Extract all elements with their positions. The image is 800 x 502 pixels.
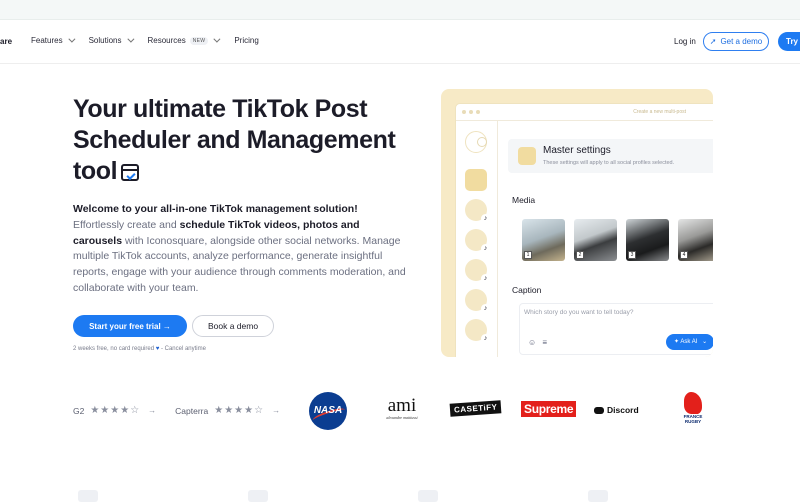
mockup-window-title: Create a new multi-post — [633, 109, 686, 115]
capterra-arrow-icon[interactable]: → — [272, 406, 280, 415]
feature-card-icon — [418, 490, 438, 502]
master-settings-icon — [465, 169, 487, 191]
mockup-titlebar: Create a new multi-post — [456, 104, 713, 121]
product-mockup: Create a new multi-post ♪ ♪ ♪ ♪ ♪ Master… — [441, 89, 713, 357]
main-menu: Features Solutions Resources NEW Pricing — [31, 35, 275, 45]
chevron-down-icon — [213, 35, 221, 43]
chevron-down-icon: ⌄ — [702, 339, 708, 345]
collapse-toggle[interactable] — [477, 137, 487, 147]
try-button[interactable]: Try — [778, 32, 800, 51]
sparkle-icon: ✦ — [674, 339, 680, 345]
master-settings-card[interactable]: Master settings These settings will appl… — [508, 139, 713, 173]
menu-item-label: Features — [31, 36, 63, 45]
trial-fine-print: 2 weeks free, no card required ♥ - Cance… — [73, 346, 206, 352]
start-free-trial-button[interactable]: Start your free trial → — [73, 315, 187, 337]
hero-description: Welcome to your all-in-one TikTok manage… — [73, 202, 408, 297]
thumbnail-number: 3 — [628, 251, 636, 259]
g2-label: G2 — [73, 405, 85, 416]
caption-label: Caption — [512, 285, 542, 295]
media-thumbnail[interactable]: 1 — [522, 219, 565, 261]
window-dots — [462, 110, 480, 114]
feature-card-icon — [588, 490, 608, 502]
feature-card-icon — [78, 490, 98, 502]
menu-item-features[interactable]: Features — [31, 35, 76, 45]
menu-item-resources[interactable]: Resources NEW — [147, 35, 221, 45]
media-thumbnail[interactable]: 3 — [626, 219, 669, 261]
page-title: Your ultimate TikTok Post Scheduler and … — [73, 94, 403, 187]
master-settings-title: Master settings — [543, 145, 611, 156]
media-label: Media — [512, 195, 536, 205]
media-thumbnail[interactable]: 2 — [574, 219, 617, 261]
tiktok-account-icon: ♪ — [465, 199, 490, 223]
tiktok-account-icon: ♪ — [465, 289, 490, 313]
get-demo-button[interactable]: ➚ Get a demo — [703, 32, 769, 51]
desc-intro: Welcome to your all-in-one TikTok manage… — [73, 203, 358, 215]
g2-arrow-icon[interactable]: → — [148, 406, 156, 415]
tiktok-account-icon: ♪ — [465, 319, 490, 343]
new-badge: NEW — [189, 36, 209, 45]
ask-ai-label: Ask AI — [680, 339, 698, 345]
book-demo-button[interactable]: Book a demo — [192, 315, 274, 337]
discord-icon — [594, 406, 604, 414]
desc-part-a: Effortlessly create and — [73, 218, 180, 231]
ami-logo-text: ami — [387, 395, 417, 416]
desc-part-b: with Iconosquare, alongside other social… — [73, 234, 406, 294]
mockup-sidebar: ♪ ♪ ♪ ♪ ♪ — [456, 121, 498, 357]
get-demo-label: Get a demo — [720, 37, 763, 46]
tiktok-account-icon: ♪ — [465, 259, 490, 283]
thumbnail-number: 2 — [576, 251, 584, 259]
brand-logo[interactable]: are — [0, 37, 12, 46]
fine-print-a: 2 weeks free, no card required — [73, 346, 155, 352]
format-icon[interactable]: ≡ — [542, 338, 547, 347]
calendar-check-icon — [121, 164, 140, 181]
ami-logo-subtext: alexandre mattiussi — [386, 415, 418, 420]
tiktok-account-icon: ♪ — [465, 229, 490, 253]
feature-card-icon — [248, 490, 268, 502]
ratings-row: G2 ★★★★☆ → Capterra ★★★★☆ → — [73, 405, 280, 416]
master-settings-icon — [518, 147, 536, 165]
rocket-icon: ➚ — [709, 37, 717, 46]
caption-placeholder: Which story do you want to tell today? — [524, 309, 634, 316]
g2-stars: ★★★★☆ — [90, 405, 141, 416]
thumbnail-number: 1 — [524, 251, 532, 259]
discord-logo-text: Discord — [607, 405, 639, 415]
nasa-logo: NASA — [309, 392, 347, 430]
caption-tools: ☺ ≡ — [528, 338, 547, 347]
france-rugby-logo: FRANCE RUGBY — [680, 392, 706, 424]
ami-logo: ami alexandre mattiussi — [382, 395, 422, 420]
top-banner-strip — [0, 0, 800, 20]
ffr-text-2: RUGBY — [684, 419, 702, 424]
chevron-down-icon — [126, 35, 134, 43]
menu-item-label: Pricing — [234, 36, 259, 45]
casetify-logo: CASETiFY — [449, 400, 502, 417]
chevron-down-icon — [67, 35, 76, 43]
emoji-icon[interactable]: ☺ — [528, 338, 536, 347]
menu-item-label: Solutions — [88, 36, 122, 45]
master-settings-subtitle: These settings will apply to all social … — [543, 160, 675, 166]
ask-ai-button[interactable]: ✦ Ask AI ⌄ — [666, 334, 713, 350]
navbar: are Features Solutions Resources NEW Pri… — [0, 20, 800, 64]
media-thumbnail[interactable]: 4 — [678, 219, 713, 261]
menu-item-solutions[interactable]: Solutions — [88, 35, 134, 45]
heart-icon: ♥ — [155, 346, 160, 352]
menu-item-pricing[interactable]: Pricing — [234, 36, 258, 45]
supreme-logo: Supreme — [521, 401, 577, 417]
discord-logo: Discord — [594, 405, 639, 415]
capterra-stars: ★★★★☆ — [214, 405, 265, 416]
fine-print-b: - Cancel anytime — [160, 346, 206, 352]
thumbnail-number: 4 — [680, 251, 688, 259]
nasa-logo-text: NASA — [313, 405, 343, 416]
rooster-icon — [684, 392, 702, 414]
capterra-label: Capterra — [175, 405, 209, 416]
login-link[interactable]: Log in — [674, 37, 696, 46]
menu-item-label: Resources — [147, 36, 186, 45]
